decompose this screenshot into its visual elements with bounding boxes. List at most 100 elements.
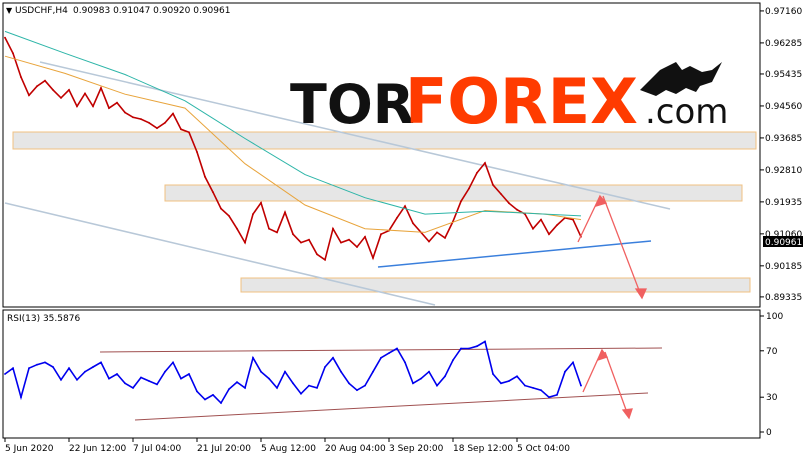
price-point [76,105,78,108]
rsi-point [244,387,246,389]
price-point [380,233,382,236]
price-point [180,128,182,131]
price-point [52,89,54,91]
price-point [556,224,558,227]
price-point [324,258,326,261]
rsi-point [204,398,206,401]
x-tick-label: 5 Jun 2020 [5,444,54,454]
rsi-point [316,387,318,389]
price-point [468,187,470,190]
rsi-point [388,352,390,354]
price-point [508,202,510,205]
price-point [356,246,358,248]
price-point [100,87,102,89]
price-point [196,151,198,153]
price-point [476,171,478,174]
price-point [244,241,246,244]
price-point [156,127,158,130]
price-point [372,257,374,259]
rsi-point [4,373,6,375]
price-point [492,184,494,186]
price-point [172,112,174,115]
price-point [540,218,542,221]
price-point [300,241,302,244]
x-tick-label: 22 Jun 12:00 [69,444,126,454]
rsi-point [380,356,382,359]
price-point [500,193,502,195]
price-point [188,131,190,134]
price-point [436,231,438,234]
price-point [220,207,222,210]
logo-word-tor: TOR [290,73,414,136]
chart-ohlc: 0.90983 0.91047 0.90920 0.90961 [73,6,230,16]
rsi-point [52,366,54,368]
rsi-point [508,380,510,382]
price-point [252,213,254,216]
rsi-point [172,361,174,364]
rsi-point [12,367,14,370]
rsi-point [556,394,558,396]
price-point [548,233,550,236]
rsi-point [572,361,574,364]
price-point [212,191,214,194]
price-point [116,101,118,104]
rsi-point [116,373,118,375]
rsi-point [540,389,542,392]
price-point [444,237,446,239]
x-tick-label: 20 Aug 04:00 [325,444,386,454]
price-point [260,201,262,204]
chart-header-icon: ▼ [6,6,13,15]
chart-symbol: USDCHF,H4 [15,6,68,16]
price-point [148,121,150,124]
torforex-logo: TOR FOREX .com [290,62,728,138]
price-point [236,227,238,230]
rsi-point [252,356,254,359]
price-point [60,97,62,99]
price-point [364,235,366,238]
y-tick-label: 0.90185 [765,262,802,272]
rsi-point [188,373,190,375]
y-tick-label: 0.94560 [765,102,802,112]
rsi-point [156,383,158,386]
rsi-point [236,381,238,383]
x-tick-label: 5 Oct 04:00 [517,444,570,454]
rsi-point [132,387,134,389]
rsi-point [428,370,430,373]
rsi-point [564,370,566,373]
rsi-tick-label: 30 [766,393,778,403]
rsi-point [476,345,478,348]
rsi-header: RSI(13) 35.5876 [7,314,80,324]
rsi-point [444,375,446,378]
rsi-point [300,392,302,395]
price-point [44,79,46,82]
rsi-point [28,367,30,370]
rsi-point [180,377,182,380]
rsi-point [164,370,166,373]
y-tick-label: 0.97160 [765,7,802,17]
price-point [316,253,318,256]
y-tick-label: 0.91935 [765,198,802,208]
rsi-point [532,387,534,389]
x-tick-label: 3 Sep 20:00 [389,444,444,454]
price-point [68,89,70,91]
rsi-point [220,402,222,404]
rsi-point [308,384,310,387]
price-point [428,240,430,243]
price-point [4,36,6,39]
price-point [404,205,406,208]
rsi-point [228,388,230,390]
price-point [204,175,206,178]
rsi-point [420,377,422,380]
rsi-point [148,380,150,382]
rsi-point [36,363,38,366]
rsi-point [484,340,486,343]
price-point [28,94,30,97]
rsi-point [324,366,326,368]
price-point [12,52,14,55]
rsi-point [108,377,110,380]
rsi-point [340,370,342,373]
price-point [460,200,462,203]
rsi-point [332,356,334,359]
support-zone-lower [240,277,751,293]
y-tick-label: 0.92810 [765,166,802,176]
